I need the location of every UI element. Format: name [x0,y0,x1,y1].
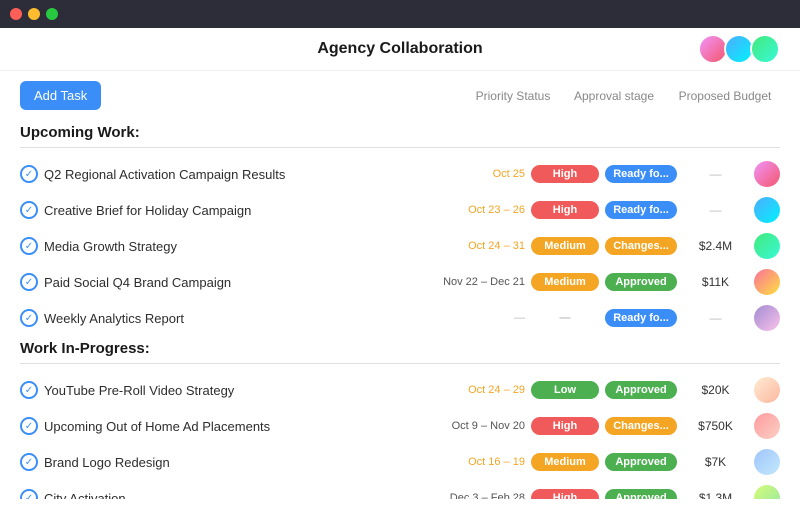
task-date: Oct 24 – 29 [425,384,525,396]
task-check-icon[interactable]: ✓ [20,489,38,499]
task-check-icon[interactable]: ✓ [20,201,38,219]
budget-cell: $11K [683,275,748,289]
task-row: ✓ YouTube Pre-Roll Video Strategy Oct 24 –… [20,372,780,408]
task-date: Oct 23 – 26 [425,204,525,216]
task-date: Nov 22 – Dec 21 [425,276,525,288]
header-avatars [698,34,780,64]
task-name: Paid Social Q4 Brand Campaign [44,275,419,290]
priority-badge: High [531,201,599,219]
task-name: Weekly Analytics Report [44,311,419,326]
task-row: ✓ Creative Brief for Holiday Campaign Oct … [20,192,780,228]
col-header-budget: Proposed Budget [670,89,780,103]
approval-badge: Changes... [605,237,677,255]
task-name: Brand Logo Redesign [44,455,419,470]
task-row: ✓ Weekly Analytics Report — — Ready fo... — [20,300,780,336]
priority-badge: High [531,165,599,183]
priority-badge: — [531,309,599,327]
task-row: ✓ Upcoming Out of Home Ad Placements Oct 9… [20,408,780,444]
task-row: ✓ Brand Logo Redesign Oct 16 – 19 Medium App… [20,444,780,480]
budget-cell: — [683,167,748,181]
task-date: Oct 24 – 31 [425,240,525,252]
task-name: City Activation [44,491,419,500]
task-name: Q2 Regional Activation Campaign Results [44,167,419,182]
task-row: ✓ City Activation Dec 3 – Feb 28 High Approv… [20,480,780,499]
task-row: ✓ Media Growth Strategy Oct 24 – 31 Medium C… [20,228,780,264]
approval-badge: Approved [605,273,677,291]
task-check-icon[interactable]: ✓ [20,309,38,327]
budget-cell: $2.4M [683,239,748,253]
approval-badge: Approved [605,453,677,471]
task-date: Oct 9 – Nov 20 [425,420,525,432]
task-date: Dec 3 – Feb 28 [425,492,525,499]
row-avatar [754,449,780,475]
approval-badge: Ready fo... [605,201,677,219]
add-task-button[interactable]: Add Task [20,81,101,110]
row-avatar [754,485,780,499]
section-title-1: Work In-Progress: [20,340,780,357]
header: Agency Collaboration [0,28,800,71]
priority-badge: Medium [531,237,599,255]
task-check-icon[interactable]: ✓ [20,453,38,471]
task-check-icon[interactable]: ✓ [20,417,38,435]
row-avatar [754,161,780,187]
priority-badge: Low [531,381,599,399]
task-check-icon[interactable]: ✓ [20,165,38,183]
approval-badge: Approved [605,381,677,399]
budget-cell: $750K [683,419,748,433]
budget-cell: $7K [683,455,748,469]
row-avatar [754,233,780,259]
task-date: Oct 16 – 19 [425,456,525,468]
row-avatar [754,197,780,223]
priority-badge: High [531,489,599,499]
close-dot[interactable] [10,8,22,20]
budget-cell: — [683,311,748,325]
section-divider-1 [20,363,780,364]
task-check-icon[interactable]: ✓ [20,237,38,255]
budget-cell: $20K [683,383,748,397]
avatar-3 [750,34,780,64]
titlebar [0,0,800,28]
maximize-dot[interactable] [46,8,58,20]
task-name: Media Growth Strategy [44,239,419,254]
task-date: — [425,312,525,324]
col-header-approval: Approval stage [564,89,664,103]
task-row: ✓ Paid Social Q4 Brand Campaign Nov 22 – D… [20,264,780,300]
approval-badge: Ready fo... [605,165,677,183]
section-divider-0 [20,147,780,148]
budget-cell: — [683,203,748,217]
approval-badge: Ready fo... [605,309,677,327]
task-check-icon[interactable]: ✓ [20,273,38,291]
section-title-0: Upcoming Work: [20,124,780,141]
approval-badge: Changes... [605,417,677,435]
column-headers: Priority Status Approval stage Proposed … [468,89,780,103]
minimize-dot[interactable] [28,8,40,20]
task-date: Oct 25 [425,168,525,180]
task-check-icon[interactable]: ✓ [20,381,38,399]
row-avatar [754,413,780,439]
content-area: Add Task Priority Status Approval stage … [0,71,800,499]
row-avatar [754,377,780,403]
main-window: Agency Collaboration Add Task Priority S… [0,28,800,510]
row-avatar [754,269,780,295]
page-title: Agency Collaboration [317,40,482,58]
toolbar: Add Task Priority Status Approval stage … [20,81,780,110]
priority-badge: High [531,417,599,435]
budget-cell: $1.3M [683,491,748,499]
task-row: ✓ Q2 Regional Activation Campaign Results… [20,156,780,192]
priority-badge: Medium [531,453,599,471]
task-name: Creative Brief for Holiday Campaign [44,203,419,218]
col-header-priority: Priority Status [468,89,558,103]
approval-badge: Approved [605,489,677,499]
row-avatar [754,305,780,331]
sections-container: Upcoming Work: ✓ Q2 Regional Activation Ca… [20,124,780,499]
priority-badge: Medium [531,273,599,291]
task-name: YouTube Pre-Roll Video Strategy [44,383,419,398]
task-name: Upcoming Out of Home Ad Placements [44,419,419,434]
